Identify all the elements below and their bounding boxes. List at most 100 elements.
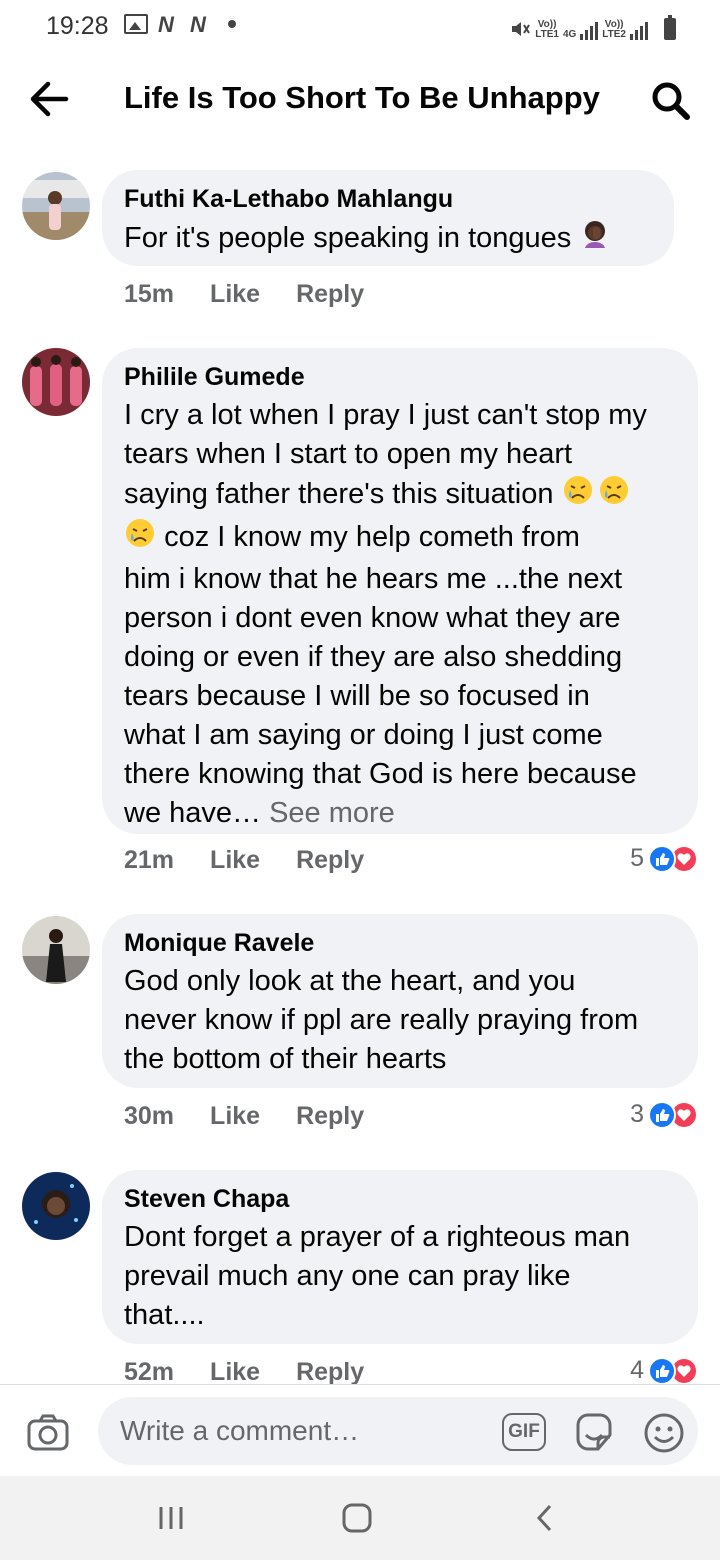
like-reaction-icon [648, 1356, 676, 1384]
network-2-label: Vo)) LTE2 [602, 19, 626, 40]
back-button[interactable] [26, 78, 72, 120]
see-more-link[interactable]: See more [269, 797, 395, 829]
comment-line-text: saying father there's this situation [124, 478, 554, 511]
comment-line: him i know that he hears me ...the next [124, 563, 623, 595]
avatar[interactable] [22, 916, 90, 984]
like-link[interactable]: Like [210, 846, 260, 875]
avatar[interactable] [22, 348, 90, 416]
comment-line: the bottom of their hearts [124, 1043, 447, 1075]
camera-button[interactable] [26, 1413, 70, 1453]
chevron-left-icon [536, 1504, 552, 1532]
comment-text-body: For it's people speaking in tongues [124, 222, 572, 255]
reply-link[interactable]: Reply [296, 1102, 364, 1131]
comment-time: 52m [124, 1358, 175, 1384]
comment-time: 15m [124, 280, 175, 308]
reply-link[interactable]: Reply [296, 846, 364, 875]
comment-item: Steven Chapa Dont forget a prayer of a r… [0, 1170, 720, 1384]
like-reaction-icon [648, 844, 676, 873]
home-icon [342, 1503, 372, 1533]
comment-text: I cry a lot when I pray I just can't sto… [124, 396, 676, 833]
comment-line: doing or even if they are also shedding [124, 641, 623, 673]
gallery-notification-icon [124, 14, 148, 34]
comment-bubble[interactable]: Steven Chapa Dont forget a prayer of a r… [102, 1170, 698, 1344]
comment-line: tears because I will be so focused in [124, 680, 590, 712]
status-bar: 19:28 N N Vo)) LTE1 4G Vo)) LTE2 [0, 0, 720, 52]
avatar-photo-icon [22, 348, 90, 416]
avatar-photo-icon [22, 1172, 90, 1240]
top-header: Life Is Too Short To Be Unhappy [0, 60, 720, 140]
comment-time: 30m [124, 1102, 175, 1130]
comment-author[interactable]: Steven Chapa [124, 1184, 676, 1214]
comment-meta: 15m Like Reply [124, 280, 364, 309]
comment-bubble[interactable]: Monique Ravele God only look at the hear… [102, 914, 698, 1088]
reaction-summary[interactable]: 4 [630, 1356, 698, 1384]
battery-icon [664, 15, 676, 40]
like-link[interactable]: Like [210, 1358, 260, 1384]
app-n-notification-icon: N [158, 12, 174, 37]
crying-face-emoji-icon [562, 474, 632, 517]
sticker-button[interactable] [572, 1411, 616, 1455]
comment-line: tears when I start to open my heart [124, 438, 573, 470]
comment-line: that.... [124, 1299, 205, 1331]
comment-line-text: coz I know my help cometh from [164, 521, 580, 554]
search-button[interactable] [648, 78, 694, 124]
comment-time: 21m [124, 846, 175, 874]
avatar-photo-icon [22, 172, 90, 240]
emoji-button[interactable] [642, 1411, 686, 1455]
comment-item: Futhi Ka-Lethabo Mahlangu For it's peopl… [0, 170, 720, 320]
network-1-label: Vo)) LTE1 [535, 19, 559, 40]
comment-meta: 21m Like Reply [124, 846, 364, 875]
page-title: Life Is Too Short To Be Unhappy [124, 80, 600, 115]
reaction-count: 4 [630, 1356, 644, 1384]
recents-icon [159, 1507, 183, 1529]
reaction-summary[interactable]: 3 [630, 1100, 698, 1129]
recents-button[interactable] [146, 1498, 196, 1538]
signal-1-icon [580, 20, 599, 40]
reaction-count: 5 [630, 844, 644, 872]
comment-item: Philile Gumede I cry a lot when I pray I… [0, 348, 720, 888]
home-button[interactable] [332, 1498, 382, 1538]
reaction-count: 3 [630, 1100, 644, 1128]
comment-author[interactable]: Futhi Ka-Lethabo Mahlangu [124, 184, 652, 214]
comment-bubble[interactable]: Futhi Ka-Lethabo Mahlangu For it's peopl… [102, 170, 674, 266]
back-nav-button[interactable] [520, 1498, 570, 1538]
comment-text: God only look at the heart, and you neve… [124, 962, 676, 1079]
comment-line: God only look at the heart, and you [124, 965, 576, 997]
comment-line-text: we have… [124, 797, 262, 829]
avatar[interactable] [22, 1172, 90, 1240]
comment-line: we have… See more [124, 794, 676, 833]
comment-item: Monique Ravele God only look at the hear… [0, 914, 720, 1144]
comment-author[interactable]: Monique Ravele [124, 928, 676, 958]
more-notifications-dot-icon [228, 20, 236, 28]
reply-link[interactable]: Reply [296, 1358, 364, 1384]
signal-2-icon [630, 20, 648, 40]
arrow-left-icon [30, 81, 69, 117]
comment-meta: 52m Like Reply [124, 1358, 364, 1384]
comment-line: I cry a lot when I pray I just can't sto… [124, 399, 647, 431]
comment-line: never know if ppl are really praying fro… [124, 1004, 639, 1036]
facepalm-emoji-icon [579, 218, 611, 261]
comment-line: saying father there's this situation [124, 474, 676, 517]
gif-button[interactable]: GIF [502, 1413, 546, 1451]
comment-text: Dont forget a prayer of a righteous man … [124, 1218, 676, 1335]
avatar[interactable] [22, 172, 90, 240]
comment-line: person i dont even know what they are [124, 602, 621, 634]
comment-author[interactable]: Philile Gumede [124, 362, 676, 392]
reaction-summary[interactable]: 5 [630, 844, 698, 873]
like-link[interactable]: Like [210, 1102, 260, 1131]
search-icon [652, 82, 690, 120]
comment-bubble[interactable]: Philile Gumede I cry a lot when I pray I… [102, 348, 698, 834]
comment-composer: GIF [0, 1384, 720, 1476]
comment-line: Dont forget a prayer of a righteous man [124, 1221, 631, 1253]
like-link[interactable]: Like [210, 280, 260, 309]
camera-icon [27, 1414, 69, 1451]
mute-icon [512, 22, 531, 36]
comment-line: there knowing that God is here because [124, 758, 637, 790]
comment-line: coz I know my help cometh from [124, 517, 676, 560]
avatar-photo-icon [22, 916, 90, 984]
sticker-icon [576, 1413, 612, 1451]
status-right-cluster: Vo)) LTE1 4G Vo)) LTE2 [509, 14, 676, 40]
comment-text: For it's people speaking in tongues [124, 218, 652, 261]
comment-line: prevail much any one can pray like [124, 1260, 571, 1292]
reply-link[interactable]: Reply [296, 280, 364, 309]
